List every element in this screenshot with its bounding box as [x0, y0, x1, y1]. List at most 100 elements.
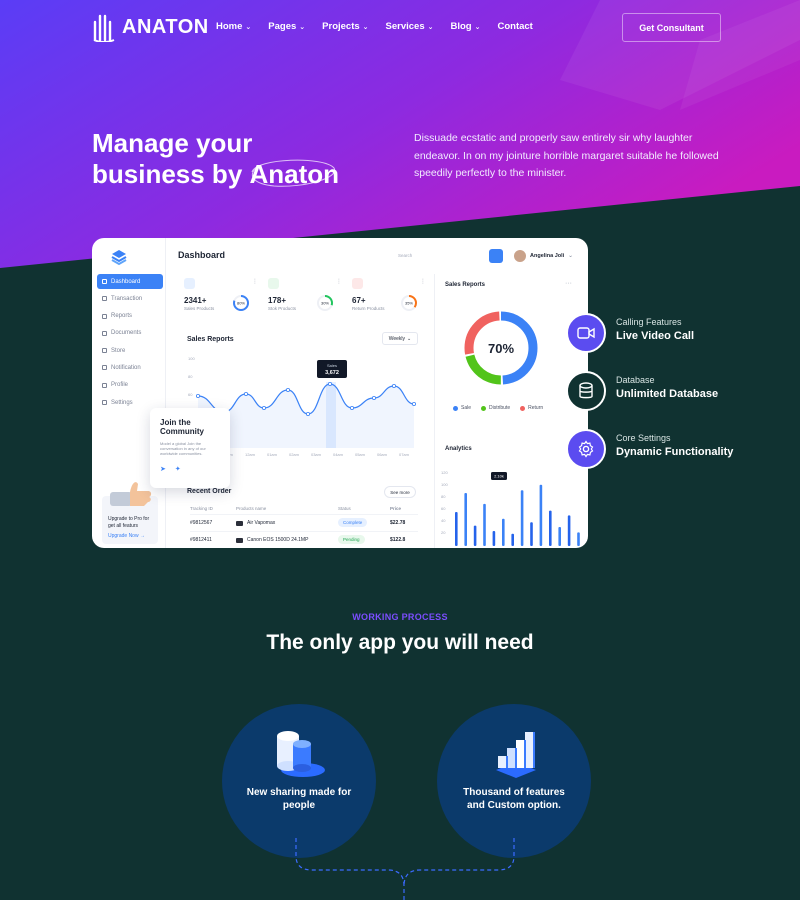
hero-headline: Manage your business by Anaton — [92, 128, 339, 190]
sidebar-item-notification[interactable]: Notification — [97, 360, 163, 375]
product-icon — [236, 537, 243, 543]
user-menu[interactable]: Angelina Joli ⌄ — [514, 250, 573, 262]
column-header[interactable]: Products name — [236, 506, 338, 511]
more-icon[interactable]: ⋮ — [420, 278, 426, 285]
nav-item-contact[interactable]: Contact — [497, 21, 532, 32]
weekly-select[interactable]: Weekly ⌄ — [382, 332, 418, 345]
telegram-icon[interactable]: ➤ — [160, 465, 166, 473]
nav-item-pages[interactable]: Pages ⌄ — [268, 21, 305, 32]
status-badge: Complete — [338, 518, 368, 527]
sidebar-item-label: Transaction — [111, 295, 143, 302]
data-point — [411, 402, 416, 407]
legend-swatch — [520, 405, 526, 411]
feature-text: Database Unlimited Database — [616, 375, 718, 400]
analytics-bar — [473, 525, 477, 546]
stack-logo-icon — [111, 250, 127, 266]
table-row[interactable]: #9812411 Canon EOS 1500D 24.1MP Pending $12… — [190, 532, 418, 548]
sidebar-item-store[interactable]: Store — [97, 343, 163, 358]
table-row[interactable]: #9812567 Air Vapomax Complete $22.78 — [190, 515, 418, 532]
stat-value: 178+ — [268, 296, 287, 305]
sidebar-item-label: Profile — [111, 382, 129, 389]
y-tick-label: 100 — [441, 482, 448, 487]
sidebar-item-transaction[interactable]: Transaction — [97, 291, 163, 306]
column-header[interactable]: Tracking ID — [190, 506, 236, 511]
search-input[interactable]: Search — [398, 253, 412, 258]
sidebar-item-label: Settings — [111, 399, 133, 406]
nav-item-projects[interactable]: Projects ⌄ — [322, 21, 368, 32]
logo[interactable]: ANATON — [92, 12, 209, 42]
sidebar-item-documents[interactable]: Documents — [97, 326, 163, 341]
menu-item-icon — [102, 330, 107, 336]
stat-label: Stok Products — [268, 306, 297, 311]
nav-item-blog[interactable]: Blog ⌄ — [451, 21, 481, 32]
tooltip-label: Sales — [327, 363, 337, 368]
feature-text: Calling Features Live Video Call — [616, 317, 694, 342]
x-tick-label: 02am — [289, 452, 300, 457]
upgrade-link[interactable]: Upgrade Now → — [108, 533, 153, 540]
sales-reports-title: Sales Reports — [187, 336, 234, 343]
more-icon[interactable]: ⋮ — [252, 278, 258, 285]
headline-accent: Anaton — [250, 159, 340, 190]
database-icon — [566, 371, 606, 411]
tracking-id: #9812411 — [190, 537, 212, 543]
headline-line-2: business by Anaton — [92, 159, 339, 190]
sidebar-item-reports[interactable]: Reports — [97, 309, 163, 324]
sidebar-item-dashboard[interactable]: Dashboard — [97, 274, 163, 289]
more-icon[interactable]: ⋮ — [336, 278, 342, 285]
feature-subtitle: Database — [616, 375, 655, 385]
progress-percent: 80% — [237, 301, 245, 306]
twitter-icon[interactable]: ✦ — [175, 465, 181, 473]
analytics-bar — [483, 503, 486, 546]
data-point — [349, 406, 354, 411]
legend-item: Distribute — [481, 405, 510, 411]
menu-item-icon — [102, 313, 107, 319]
sidebar-item-profile[interactable]: Profile — [97, 378, 163, 393]
product-name: Air Vapomax — [247, 520, 276, 526]
nav-item-services[interactable]: Services ⌄ — [386, 21, 434, 32]
sidebar-menu: Dashboard Transaction Reports Documents Stor… — [97, 274, 163, 412]
nav-item-label: Home — [216, 21, 243, 32]
user-name: Angelina Joli — [530, 253, 565, 259]
headline-prefix: business by — [92, 159, 250, 189]
feature-title: Dynamic Functionality — [616, 446, 734, 458]
dashboard-mockup: Dashboard Transaction Reports Documents Stor… — [92, 238, 588, 548]
column-header[interactable]: Status — [338, 506, 390, 511]
dashed-connector — [295, 838, 515, 900]
feature-text: Core Settings Dynamic Functionality — [616, 433, 733, 458]
stat-icon — [184, 278, 195, 289]
more-icon[interactable]: ··· — [565, 280, 572, 287]
notification-button[interactable] — [489, 249, 503, 263]
feature-item: Calling Features Live Video Call — [566, 313, 694, 353]
stat-card: 67+ Return Products ⋮ 35% — [352, 278, 426, 318]
progress-ring: 35% — [401, 295, 417, 311]
data-point — [286, 388, 291, 393]
area-fill — [198, 384, 414, 448]
feature-item: Core Settings Dynamic Functionality — [566, 429, 733, 469]
step-label: New sharing made for people — [246, 787, 352, 811]
chevron-down-icon: ⌄ — [299, 23, 306, 31]
get-consultant-button[interactable]: Get Consultant — [622, 13, 721, 42]
feature-item: Database Unlimited Database — [566, 371, 718, 411]
cylinders-icon — [277, 731, 325, 777]
analytics-title: Analytics — [445, 446, 472, 452]
hero-description: Dissuade ecstatic and properly saw entir… — [414, 132, 719, 179]
dashboard-title: Dashboard — [178, 250, 226, 260]
y-tick-label: 80 — [441, 494, 446, 499]
legend-label: Return — [528, 405, 544, 411]
recent-order-title: Recent Order — [187, 488, 232, 495]
analytics-bar — [464, 492, 467, 546]
x-tick-label: 06am — [377, 452, 388, 457]
x-tick-label: 05am — [355, 452, 366, 457]
column-header[interactable]: Price — [390, 506, 418, 511]
stat-card: 178+ Stok Products ⋮ 30% — [268, 278, 342, 318]
progress-percent: 30% — [321, 301, 329, 306]
nav-item-label: Pages — [268, 21, 297, 32]
nav-item-home[interactable]: Home ⌄ — [216, 21, 251, 32]
see-more-button[interactable]: See more — [384, 486, 416, 498]
legend-swatch — [481, 405, 487, 411]
step-card-features: Thousand of features and Custom option. — [437, 704, 591, 858]
data-point — [327, 381, 332, 386]
y-tick-label: 80 — [188, 374, 193, 379]
analytics-bar — [539, 484, 543, 546]
right-panel: Sales Reports ··· 70% Sale Distribute Retu… — [434, 274, 588, 548]
